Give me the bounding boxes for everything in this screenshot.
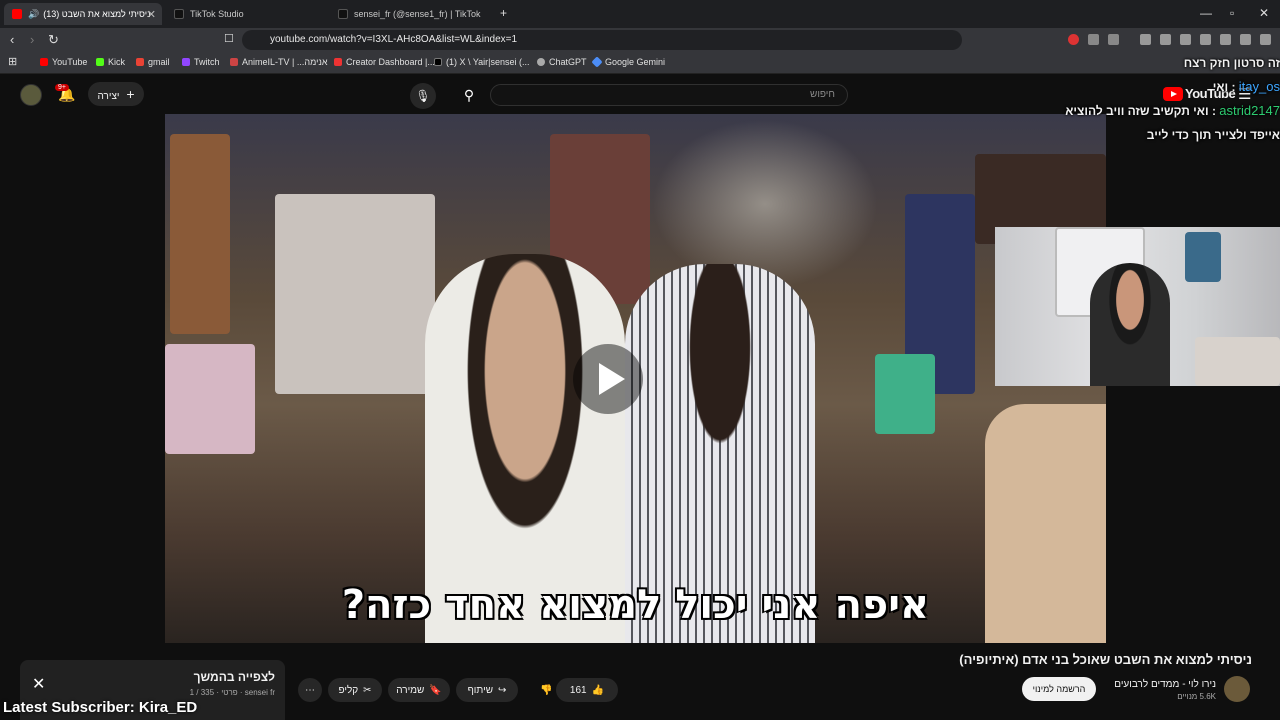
bookmark-chatgpt[interactable]: ChatGPT — [537, 57, 587, 67]
search-button[interactable]: ⚲ — [452, 84, 486, 106]
chat-username: astrid2147 — [1219, 103, 1280, 118]
back-icon[interactable]: ‹ — [10, 32, 14, 47]
like-dislike-group: 👎 161 👍 — [540, 678, 618, 702]
tiktok-favicon-icon — [174, 9, 184, 19]
scene-clothing — [170, 134, 230, 334]
tab-tiktok-studio[interactable]: TikTok Studio — [166, 3, 326, 25]
gmail-icon — [136, 58, 144, 66]
like-count: 161 — [569, 684, 587, 696]
gemini-icon — [591, 56, 603, 68]
share-button[interactable]: שיתוף ↪ — [456, 678, 518, 702]
clip-button[interactable]: קליפ ✂ — [328, 678, 382, 702]
search-input[interactable]: חיפוש — [490, 84, 848, 106]
bookmark-x[interactable]: (1) X \ Yair|sensei (... — [434, 57, 530, 67]
close-icon[interactable]: ✕ — [32, 674, 45, 694]
youtube-favicon-icon — [12, 9, 22, 19]
tab-label: TikTok Studio — [190, 9, 244, 19]
tab-label: (13) ניסיתי למצוא את השבט — [43, 9, 151, 19]
extension-icon[interactable] — [1068, 34, 1079, 45]
vpn-icon[interactable] — [1220, 34, 1231, 45]
reload-icon[interactable]: ↻ — [48, 32, 59, 48]
scissors-icon: ✂ — [363, 684, 372, 696]
scene-bed — [1195, 337, 1280, 386]
video-title: ניסיתי למצוא את השבט שאוכל בני אדם (איתי… — [959, 652, 1252, 667]
more-icon: ⋯ — [305, 684, 315, 696]
live-chat-overlay: זה סרטון חזק רצח itay_os : ואי astrid214… — [1030, 54, 1280, 150]
url-text: youtube.com/watch?v=I3XL-AHc8OA&list=WL&… — [270, 34, 518, 45]
subscribe-button[interactable]: הרשמה למינוי — [1022, 677, 1096, 701]
animeil-icon — [230, 58, 238, 66]
restore-icon[interactable]: ▫ — [1230, 6, 1234, 20]
chat-message: אייפד ולצייר תוך כדי לייב — [1146, 128, 1280, 142]
bookmark-kick[interactable]: Kick — [96, 57, 125, 67]
youtube-icon — [40, 58, 48, 66]
scene-clothing — [165, 344, 255, 454]
browser-tab-bar: 🔊 (13) ניסיתי למצוא את השבט ✕ TikTok Stu… — [0, 0, 1280, 28]
minimize-icon[interactable]: — — [1200, 6, 1212, 20]
tiktok-favicon-icon — [338, 9, 348, 19]
notification-badge: 9+ — [55, 84, 69, 91]
shield-icon[interactable] — [1240, 34, 1251, 45]
tab-youtube[interactable]: 🔊 (13) ניסיתי למצוא את השבט ✕ — [4, 3, 162, 25]
bookmark-twitch[interactable]: Twitch — [182, 57, 220, 67]
download-icon[interactable] — [1140, 34, 1151, 45]
close-window-icon[interactable]: ✕ — [1259, 6, 1269, 20]
create-button[interactable]: יצירה + — [88, 82, 144, 106]
url-input[interactable]: youtube.com/watch?v=I3XL-AHc8OA&list=WL&… — [242, 30, 962, 50]
chat-username: itay_os — [1238, 79, 1280, 94]
scene-streamer — [1090, 263, 1170, 386]
voice-search-mic-icon[interactable]: 🎙 — [410, 83, 436, 109]
chat-message: astrid2147 : ואי תקשיב שזה וויב להוציא — [1065, 103, 1280, 118]
chat-message: itay_os : ואי — [1212, 79, 1280, 94]
dislike-icon[interactable]: 👎 — [540, 685, 552, 696]
save-button[interactable]: שמירה 🔖 — [388, 678, 450, 702]
bookmark-animeil[interactable]: AnimeIL-TV | ...אנימה — [230, 57, 328, 67]
bookmark-gmail[interactable]: gmail — [136, 57, 170, 67]
playlist-title[interactable]: לצפייה בהמשך — [194, 670, 275, 684]
scene-poster — [1185, 232, 1221, 282]
apps-grid-icon[interactable]: ⊞ — [8, 55, 17, 68]
scene-clothing — [275, 194, 435, 394]
streamer-webcam — [995, 227, 1280, 386]
speaker-icon: 🔊 — [28, 8, 40, 19]
extension-icon[interactable] — [1108, 34, 1119, 45]
avatar[interactable] — [20, 84, 42, 106]
tab-tiktok-profile[interactable]: sensei_fr (@sense1_fr) | TikTok — [330, 3, 496, 25]
new-tab-icon[interactable]: + — [500, 6, 507, 20]
address-bar-row: ‹ › ↻ ☐ youtube.com/watch?v=I3XL-AHc8OA&… — [0, 28, 1280, 52]
play-icon[interactable] — [573, 344, 643, 414]
bookmark-creator-dashboard[interactable]: Creator Dashboard |... — [334, 57, 435, 67]
tab-label: sensei_fr (@sense1_fr) | TikTok — [354, 9, 481, 19]
latest-subscriber-overlay: Latest Subscriber: Kira_ED — [3, 699, 198, 716]
bookmark-icon: 🔖 — [429, 684, 442, 696]
sidebar-icon[interactable] — [1180, 34, 1191, 45]
chatgpt-icon — [537, 58, 545, 66]
bookmark-icon[interactable]: ☐ — [224, 32, 234, 45]
twitch-icon — [182, 58, 190, 66]
video-subtitle: איפה אני יכול למצוא אחד כזה? — [341, 582, 930, 628]
bookmark-youtube[interactable]: YouTube — [40, 57, 87, 67]
plus-icon: + — [126, 86, 135, 102]
share-icon: ↪ — [498, 684, 507, 696]
search-icon: ⚲ — [463, 87, 475, 103]
like-icon[interactable]: 👍 — [592, 685, 604, 696]
playlist-subtitle: sensei fr · פרטי · 335 / 1 — [189, 688, 275, 697]
media-icon[interactable] — [1160, 34, 1171, 45]
channel-avatar[interactable] — [1224, 676, 1250, 702]
forward-icon[interactable]: › — [30, 32, 34, 47]
chat-message: זה סרטון חזק רצח — [1183, 56, 1280, 70]
x-icon — [434, 58, 442, 66]
subscriber-count: 5.6K מנויים — [1177, 692, 1216, 701]
more-actions-button[interactable]: ⋯ — [298, 678, 322, 702]
bookmark-gemini[interactable]: Google Gemini — [591, 56, 665, 68]
extension-icon[interactable] — [1088, 34, 1099, 45]
wallet-icon[interactable] — [1200, 34, 1211, 45]
creator-icon — [334, 58, 342, 66]
kick-icon — [96, 58, 104, 66]
menu-icon[interactable] — [1260, 34, 1271, 45]
video-player[interactable]: איפה אני יכול למצוא אחד כזה? — [165, 114, 1106, 643]
channel-name[interactable]: נירו לוי - ממדים לרבועים — [1100, 679, 1216, 690]
scene-clothing — [875, 354, 935, 434]
close-tab-icon[interactable]: ✕ — [147, 8, 156, 21]
